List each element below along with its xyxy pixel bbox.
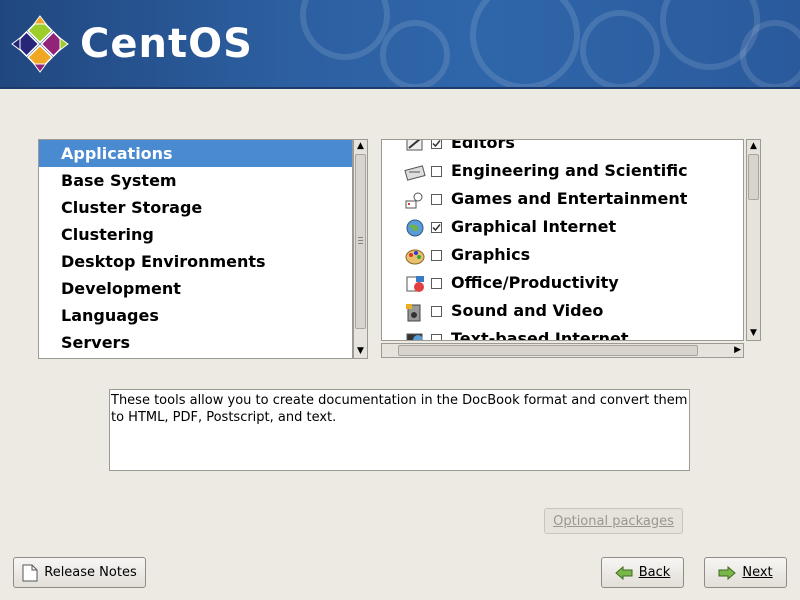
scroll-down-arrow-icon[interactable]: ▼ — [354, 345, 367, 358]
scrollbar-thumb[interactable] — [355, 154, 366, 329]
package-group-row[interactable]: Engineering and Scientific — [382, 158, 743, 186]
banner-decoration — [380, 20, 450, 89]
grip-icon — [358, 240, 363, 241]
description-box: These tools allow you to create document… — [109, 389, 690, 471]
next-button[interactable]: Next — [704, 557, 787, 588]
banner-decoration — [580, 10, 660, 89]
document-icon — [22, 564, 38, 581]
package-group-label: Engineering and Scientific — [451, 161, 688, 180]
package-group-label: Games and Entertainment — [451, 189, 688, 208]
banner-border — [0, 87, 800, 89]
package-group-row[interactable]: Editors — [382, 139, 743, 158]
category-item[interactable]: Languages — [39, 302, 352, 329]
package-group-checkbox[interactable] — [431, 334, 442, 340]
package-group-row[interactable]: Graphical Internet — [382, 214, 743, 242]
back-label: Back — [638, 565, 671, 580]
office-icon — [406, 276, 424, 292]
category-item[interactable]: Cluster Storage — [39, 194, 352, 221]
scroll-right-arrow-icon[interactable]: ▶ — [734, 344, 741, 357]
category-item[interactable]: Servers — [39, 329, 352, 356]
category-item[interactable]: Desktop Environments — [39, 248, 352, 275]
centos-logo-icon — [11, 15, 69, 73]
package-group-checkbox[interactable] — [431, 250, 442, 261]
optional-packages-label: Optional packages — [553, 513, 674, 529]
back-arrow-icon — [614, 565, 633, 580]
package-list-hscrollbar[interactable]: ▶ — [381, 343, 744, 358]
package-group-list[interactable]: Editors Engineering and Scientific Games a… — [381, 139, 744, 341]
scroll-down-arrow-icon[interactable]: ▼ — [747, 327, 760, 340]
release-notes-button[interactable]: Release Notes — [13, 557, 146, 588]
category-item[interactable]: Development — [39, 275, 352, 302]
checkmark-icon — [432, 140, 441, 148]
package-group-checkbox[interactable] — [431, 278, 442, 289]
scrollbar-thumb[interactable] — [398, 345, 698, 356]
banner-decoration — [470, 0, 580, 89]
package-group-checkbox[interactable] — [431, 194, 442, 205]
category-list[interactable]: Applications Base System Cluster Storage Cl… — [38, 139, 353, 359]
package-group-label: Editors — [451, 139, 515, 152]
package-group-row[interactable]: Text-based Internet — [382, 326, 743, 341]
next-label: Next — [742, 565, 773, 580]
package-group-checkbox[interactable] — [431, 166, 442, 177]
category-item[interactable]: Base System — [39, 167, 352, 194]
package-group-checkbox[interactable] — [431, 140, 442, 149]
back-button[interactable]: Back — [601, 557, 684, 588]
package-list-vscrollbar[interactable]: ▲ ▼ — [746, 139, 761, 341]
package-group-label: Office/Productivity — [451, 273, 619, 292]
speaker-icon — [406, 304, 421, 322]
package-group-row[interactable]: Office/Productivity — [382, 270, 743, 298]
next-arrow-icon — [718, 565, 737, 580]
header-banner: CentOS — [0, 0, 800, 89]
package-group-row[interactable]: Graphics — [382, 242, 743, 270]
package-group-label: Graphical Internet — [451, 217, 617, 236]
brand-title: CentOS — [80, 21, 253, 67]
category-item[interactable]: Applications — [39, 140, 352, 167]
editor-icon — [406, 140, 423, 151]
category-item[interactable]: Clustering — [39, 221, 352, 248]
checkmark-icon — [432, 224, 441, 232]
terminal-globe-icon — [406, 333, 423, 340]
optional-packages-button[interactable]: Optional packages — [544, 508, 683, 534]
package-group-label: Sound and Video — [451, 301, 604, 320]
scroll-up-arrow-icon[interactable]: ▲ — [354, 140, 367, 153]
banner-decoration — [740, 20, 800, 89]
package-group-row[interactable]: Sound and Video — [382, 298, 743, 326]
package-group-checkbox[interactable] — [431, 306, 442, 317]
grip-icon — [358, 243, 363, 244]
package-group-row[interactable]: Games and Entertainment — [382, 186, 743, 214]
scrollbar-thumb[interactable] — [748, 154, 759, 200]
release-notes-label: Release Notes — [44, 565, 137, 580]
paint-icon — [405, 249, 425, 265]
globe-icon — [406, 219, 424, 237]
package-group-checkbox[interactable] — [431, 222, 442, 233]
scroll-up-arrow-icon[interactable]: ▲ — [747, 140, 760, 153]
category-list-scrollbar[interactable]: ▲ ▼ — [353, 139, 368, 359]
grip-icon — [358, 237, 363, 238]
package-group-label: Graphics — [451, 245, 531, 264]
engineering-icon — [404, 165, 426, 181]
package-group-label: Text-based Internet — [451, 329, 629, 341]
games-icon — [405, 192, 423, 209]
banner-decoration — [300, 0, 390, 60]
